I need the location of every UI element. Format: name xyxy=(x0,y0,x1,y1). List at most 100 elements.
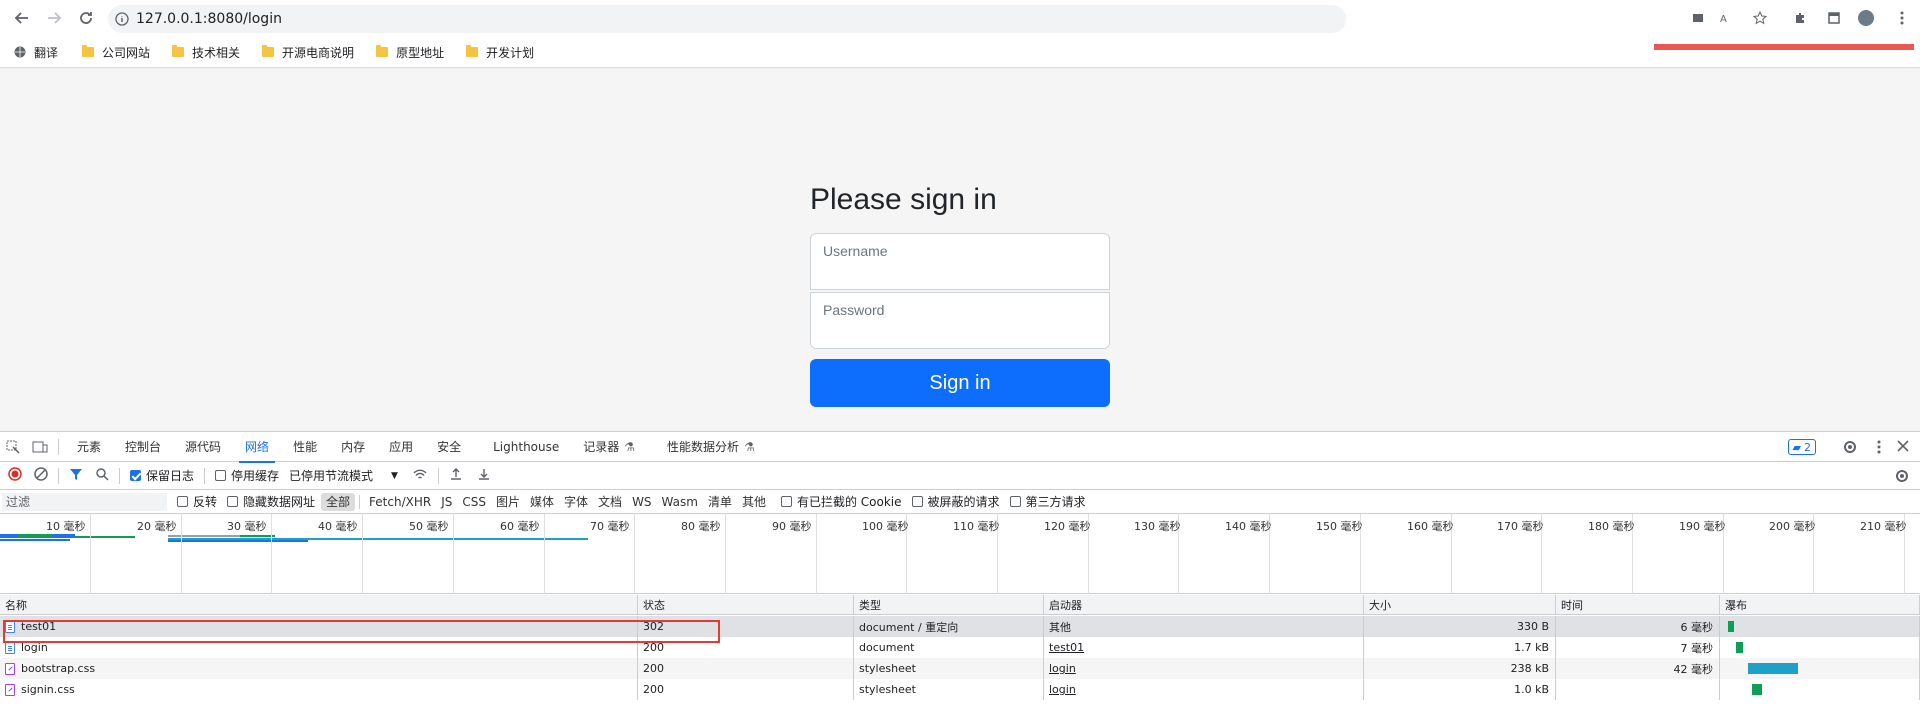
cell-name: bootstrap.css xyxy=(0,658,638,679)
password-input[interactable]: Password xyxy=(810,292,1110,349)
hide-data-urls-checkbox[interactable]: 隐藏数据网址 xyxy=(227,493,315,510)
type-filter-css[interactable]: CSS xyxy=(457,493,491,511)
column-header[interactable]: 类型 xyxy=(854,595,1044,615)
type-filter-doc[interactable]: 文档 xyxy=(593,493,627,511)
waterfall-bar xyxy=(1752,684,1762,695)
info-icon[interactable] xyxy=(108,12,136,26)
type-filter-manifest[interactable]: 清单 xyxy=(703,493,737,511)
profile-avatar[interactable] xyxy=(1856,8,1876,28)
search-icon[interactable] xyxy=(95,467,109,484)
cell-initiator[interactable]: test01 xyxy=(1044,637,1364,658)
resource-type-filters: 全部 Fetch/XHR JS CSS 图片 媒体 字体 文档 WS Wasm … xyxy=(321,492,771,511)
cell-waterfall xyxy=(1720,637,1920,658)
tab-memory[interactable]: 内存 xyxy=(329,432,377,462)
bookmark-item[interactable]: 原型地址 xyxy=(376,44,444,61)
folder-icon xyxy=(262,45,275,57)
type-filter-fetch[interactable]: Fetch/XHR xyxy=(364,493,436,511)
network-overview-timeline[interactable]: 10 毫秒 20 毫秒 30 毫秒 40 毫秒 50 毫秒 60 毫秒 70 毫秒 80 毫秒… xyxy=(0,514,1920,594)
type-filter-wasm[interactable]: Wasm xyxy=(657,493,703,511)
menu-icon[interactable] xyxy=(1892,8,1912,28)
type-filter-all[interactable]: 全部 xyxy=(321,492,356,511)
type-filter-js[interactable]: JS xyxy=(436,493,457,511)
column-header[interactable]: 时间 xyxy=(1556,595,1720,615)
throttling-select[interactable]: 已停用节流模式 ▼ xyxy=(289,467,398,484)
forward-button[interactable] xyxy=(42,6,66,30)
tab-sources[interactable]: 源代码 xyxy=(173,432,233,462)
blocked-requests-checkbox[interactable]: 被屏蔽的请求 xyxy=(911,493,1000,510)
third-party-checkbox[interactable]: 第三方请求 xyxy=(1009,493,1086,510)
filter-icon[interactable] xyxy=(69,467,83,484)
invert-checkbox[interactable]: 反转 xyxy=(177,493,217,510)
timeline-tick-label: 90 毫秒 xyxy=(772,520,812,533)
tab-performance[interactable]: 性能 xyxy=(281,432,329,462)
bookmark-item[interactable]: 技术相关 xyxy=(172,44,240,61)
sign-in-button[interactable]: Sign in xyxy=(810,359,1110,407)
column-header[interactable]: 名称 xyxy=(0,595,638,615)
column-header[interactable]: 状态 xyxy=(638,595,854,615)
timeline-gridline xyxy=(90,514,91,594)
timeline-tick-label: 20 毫秒 xyxy=(137,520,177,533)
bookmark-item[interactable]: 翻译 xyxy=(14,44,58,61)
cell-initiator[interactable]: login xyxy=(1044,658,1364,679)
column-header[interactable]: 启动器 xyxy=(1044,595,1364,615)
type-filter-img[interactable]: 图片 xyxy=(491,493,525,511)
preserve-log-checkbox[interactable]: 保留日志 xyxy=(130,467,194,484)
bookmark-item[interactable]: 开发计划 xyxy=(466,44,534,61)
folder-icon xyxy=(172,45,185,57)
cell-initiator[interactable]: login xyxy=(1044,679,1364,700)
reload-button[interactable] xyxy=(74,6,98,30)
network-settings-gear-icon[interactable] xyxy=(1894,468,1910,487)
tab-recorder[interactable]: 记录器 ⚗ xyxy=(571,432,647,462)
type-filter-ws[interactable]: WS xyxy=(627,493,656,511)
type-filter-font[interactable]: 字体 xyxy=(559,493,593,511)
initiator-text[interactable]: test01 xyxy=(1049,641,1084,654)
settings-gear-icon[interactable] xyxy=(1842,439,1858,458)
back-button[interactable] xyxy=(10,6,34,30)
size-text: 238 kB xyxy=(1510,662,1549,675)
network-conditions-icon[interactable] xyxy=(412,467,428,484)
inspect-element-icon[interactable] xyxy=(6,440,26,454)
filter-input[interactable]: 过滤 xyxy=(2,492,167,511)
stylesheet-icon xyxy=(5,662,15,675)
address-bar[interactable]: 127.0.0.1:8080/login xyxy=(108,5,1346,33)
device-toggle-icon[interactable] xyxy=(32,440,52,454)
star-icon[interactable] xyxy=(1750,8,1770,28)
bookmark-item[interactable]: 公司网站 xyxy=(82,44,150,61)
column-header[interactable]: 瀑布 xyxy=(1720,595,1920,615)
tab-console[interactable]: 控制台 xyxy=(113,432,173,462)
tab-elements[interactable]: 元素 xyxy=(65,432,113,462)
table-row[interactable]: bootstrap.css 200 stylesheet login 238 kB 42 … xyxy=(0,658,1920,679)
flask-icon: ⚗ xyxy=(744,439,755,454)
record-icon[interactable] xyxy=(8,467,22,484)
type-filter-media[interactable]: 媒体 xyxy=(525,493,559,511)
tab-performance-insights[interactable]: 性能数据分析 ⚗ xyxy=(655,432,767,462)
puzzle-icon[interactable] xyxy=(1790,8,1810,28)
bookmark-item[interactable]: 开源电商说明 xyxy=(262,44,354,61)
tab-lighthouse[interactable]: Lighthouse xyxy=(481,432,571,462)
more-options-icon[interactable] xyxy=(1876,439,1882,458)
type-filter-other[interactable]: 其他 xyxy=(737,493,771,511)
clear-icon[interactable] xyxy=(34,467,48,484)
close-icon[interactable] xyxy=(1896,439,1910,456)
username-input[interactable]: Username xyxy=(810,233,1110,290)
timeline-tick-label: 120 毫秒 xyxy=(1044,520,1091,533)
issues-badge[interactable]: ▰ 2 xyxy=(1787,439,1816,455)
cell-waterfall xyxy=(1720,658,1920,679)
import-har-icon[interactable] xyxy=(449,467,463,484)
translate-icon[interactable]: A xyxy=(1716,8,1736,28)
table-row[interactable]: signin.css 200 stylesheet login 1.0 kB xyxy=(0,679,1920,700)
export-har-icon[interactable] xyxy=(477,467,491,484)
blocked-cookies-checkbox[interactable]: 有已拦截的 Cookie xyxy=(780,493,902,510)
tab-application[interactable]: 应用 xyxy=(377,432,425,462)
disable-cache-checkbox[interactable]: 停用缓存 xyxy=(215,467,279,484)
extension-icon[interactable] xyxy=(1688,8,1708,28)
tab-network[interactable]: 网络 xyxy=(233,432,281,463)
initiator-text[interactable]: login xyxy=(1049,683,1076,696)
cell-status: 200 xyxy=(638,679,854,700)
name-text: signin.css xyxy=(21,683,75,696)
flask-icon: ⚗ xyxy=(624,439,636,454)
initiator-text[interactable]: login xyxy=(1049,662,1076,675)
column-header[interactable]: 大小 xyxy=(1364,595,1556,615)
tab-security[interactable]: 安全 xyxy=(425,432,473,462)
window-icon[interactable] xyxy=(1824,8,1844,28)
